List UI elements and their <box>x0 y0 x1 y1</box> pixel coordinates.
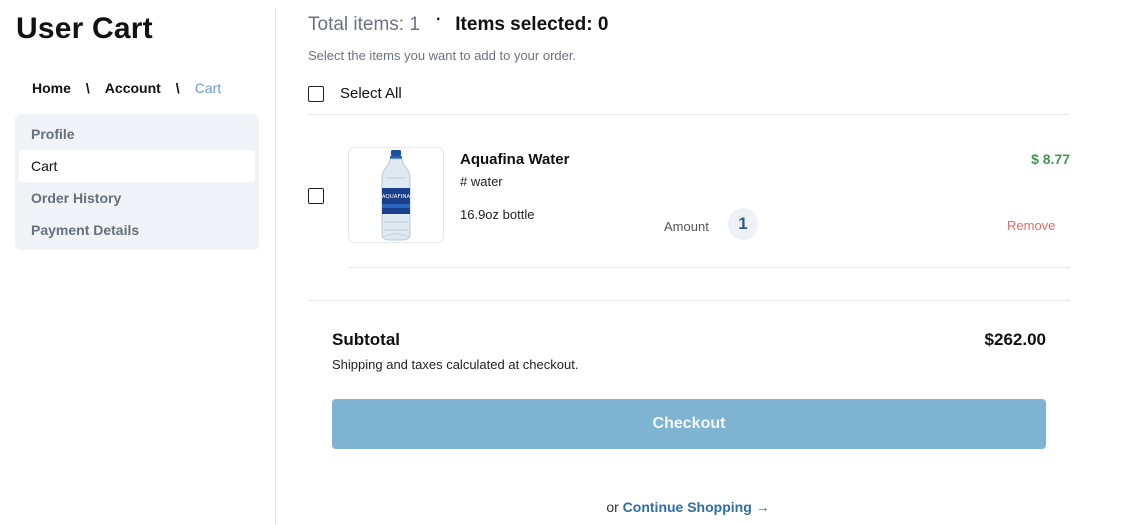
items-selected-count: Items selected: 0 <box>455 14 609 35</box>
subtotal-label: Subtotal <box>332 330 400 349</box>
divider <box>308 300 1070 301</box>
product-tag: # water <box>460 174 503 189</box>
continue-shopping-line: or Continue Shopping → <box>0 499 1141 515</box>
select-all-label: Select All <box>340 85 402 102</box>
divider <box>308 114 1070 115</box>
product-name[interactable]: Aquafina Water <box>460 151 569 168</box>
select-all[interactable]: Select All <box>308 85 402 102</box>
breadcrumb-separator: \ <box>85 80 90 96</box>
amount-label: Amount <box>664 219 709 234</box>
page-title: User Cart <box>16 12 153 45</box>
total-items-count: Total items: 1 <box>308 14 420 35</box>
select-all-checkbox[interactable] <box>308 85 324 102</box>
shipping-note: Shipping and taxes calculated at checkou… <box>332 357 579 372</box>
divider <box>348 267 1070 268</box>
cart-summary: Total items: 1 · Items selected: 0 <box>308 11 609 36</box>
item-checkbox[interactable] <box>308 188 324 204</box>
product-size: 16.9oz bottle <box>460 207 535 222</box>
breadcrumb-cart[interactable]: Cart <box>195 80 221 96</box>
breadcrumb: Home \ Account \ Cart <box>32 80 221 96</box>
sidebar-item-payment-details[interactable]: Payment Details <box>19 214 255 246</box>
selection-hint: Select the items you want to add to your… <box>308 48 577 63</box>
continue-prefix: or <box>606 499 619 515</box>
summary-separator: · <box>435 11 442 28</box>
sidebar-item-profile[interactable]: Profile <box>19 118 255 150</box>
sidebar-item-order-history[interactable]: Order History <box>19 182 255 214</box>
subtotal-value: $262.00 <box>984 330 1046 349</box>
continue-shopping-link[interactable]: Continue Shopping → <box>623 499 770 515</box>
breadcrumb-home[interactable]: Home <box>32 80 71 96</box>
quantity-value[interactable]: 1 <box>728 208 758 240</box>
checkout-button[interactable]: Checkout <box>332 399 1046 449</box>
product-image: AQUAFINA <box>348 147 444 243</box>
product-price: $ 8.77 <box>1031 151 1070 167</box>
vertical-divider <box>275 8 276 525</box>
remove-button[interactable]: Remove <box>1007 218 1055 233</box>
breadcrumb-separator: \ <box>175 80 180 96</box>
sidebar-item-cart[interactable]: Cart <box>19 150 255 182</box>
sidebar-nav: Profile Cart Order History Payment Detai… <box>15 114 259 250</box>
bottle-brand-text: AQUAFINA <box>382 194 411 200</box>
breadcrumb-account[interactable]: Account <box>105 80 161 96</box>
water-bottle-icon: AQUAFINA <box>381 150 411 241</box>
